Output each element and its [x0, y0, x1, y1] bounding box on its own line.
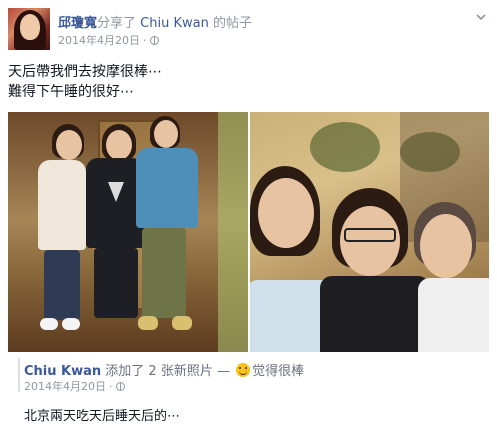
post-message: 天后帶我們去按摩很棒⋯ 難得下午睡的很好⋯ [8, 62, 162, 102]
original-author-link[interactable]: Chiu Kwan [140, 16, 209, 31]
post-meta: 2014年4月20日 · [58, 32, 159, 48]
group-photo-standing[interactable] [8, 112, 248, 352]
post-suffix-text: 的帖子 [212, 16, 252, 31]
chevron-down-icon[interactable] [475, 8, 487, 21]
shared-post-date-link[interactable]: 2014年4月20日 [24, 380, 106, 393]
globe-icon [115, 382, 125, 391]
meta-separator: · [143, 34, 147, 47]
avatar[interactable] [8, 8, 50, 50]
shared-post-meta: 2014年4月20日 · [24, 378, 125, 394]
author-name-link[interactable]: 邱瓊寬 [58, 16, 97, 31]
shared-post-divider [18, 358, 20, 392]
shared-post-card: 邱瓊寬分享了 Chiu Kwan 的帖子 2014年4月20日 · 天后帶我們去按… [0, 0, 497, 436]
shared-action-text: 添加了 2 张新照片 — [105, 364, 230, 379]
shared-text: 分享了 [97, 16, 137, 31]
post-header: 邱瓊寬分享了 Chiu Kwan 的帖子 [58, 12, 252, 31]
group-selfie[interactable] [250, 112, 489, 352]
shared-post-text: 北京兩天吃天后睡天后的⋯ [24, 409, 181, 424]
meta-separator: · [109, 380, 113, 393]
feeling-text: 觉得很棒 [252, 364, 305, 379]
shared-author-link[interactable]: Chiu Kwan [24, 364, 101, 379]
post-date-link[interactable]: 2014年4月20日 [58, 34, 140, 47]
post-message-line: 天后帶我們去按摩很棒⋯ [8, 64, 162, 80]
shared-post-header: Chiu Kwan 添加了 2 张新照片 — 觉得很棒 [24, 360, 304, 379]
post-message-line: 難得下午睡的很好⋯ [8, 84, 134, 100]
smiley-icon [236, 363, 251, 377]
globe-icon [149, 36, 159, 45]
